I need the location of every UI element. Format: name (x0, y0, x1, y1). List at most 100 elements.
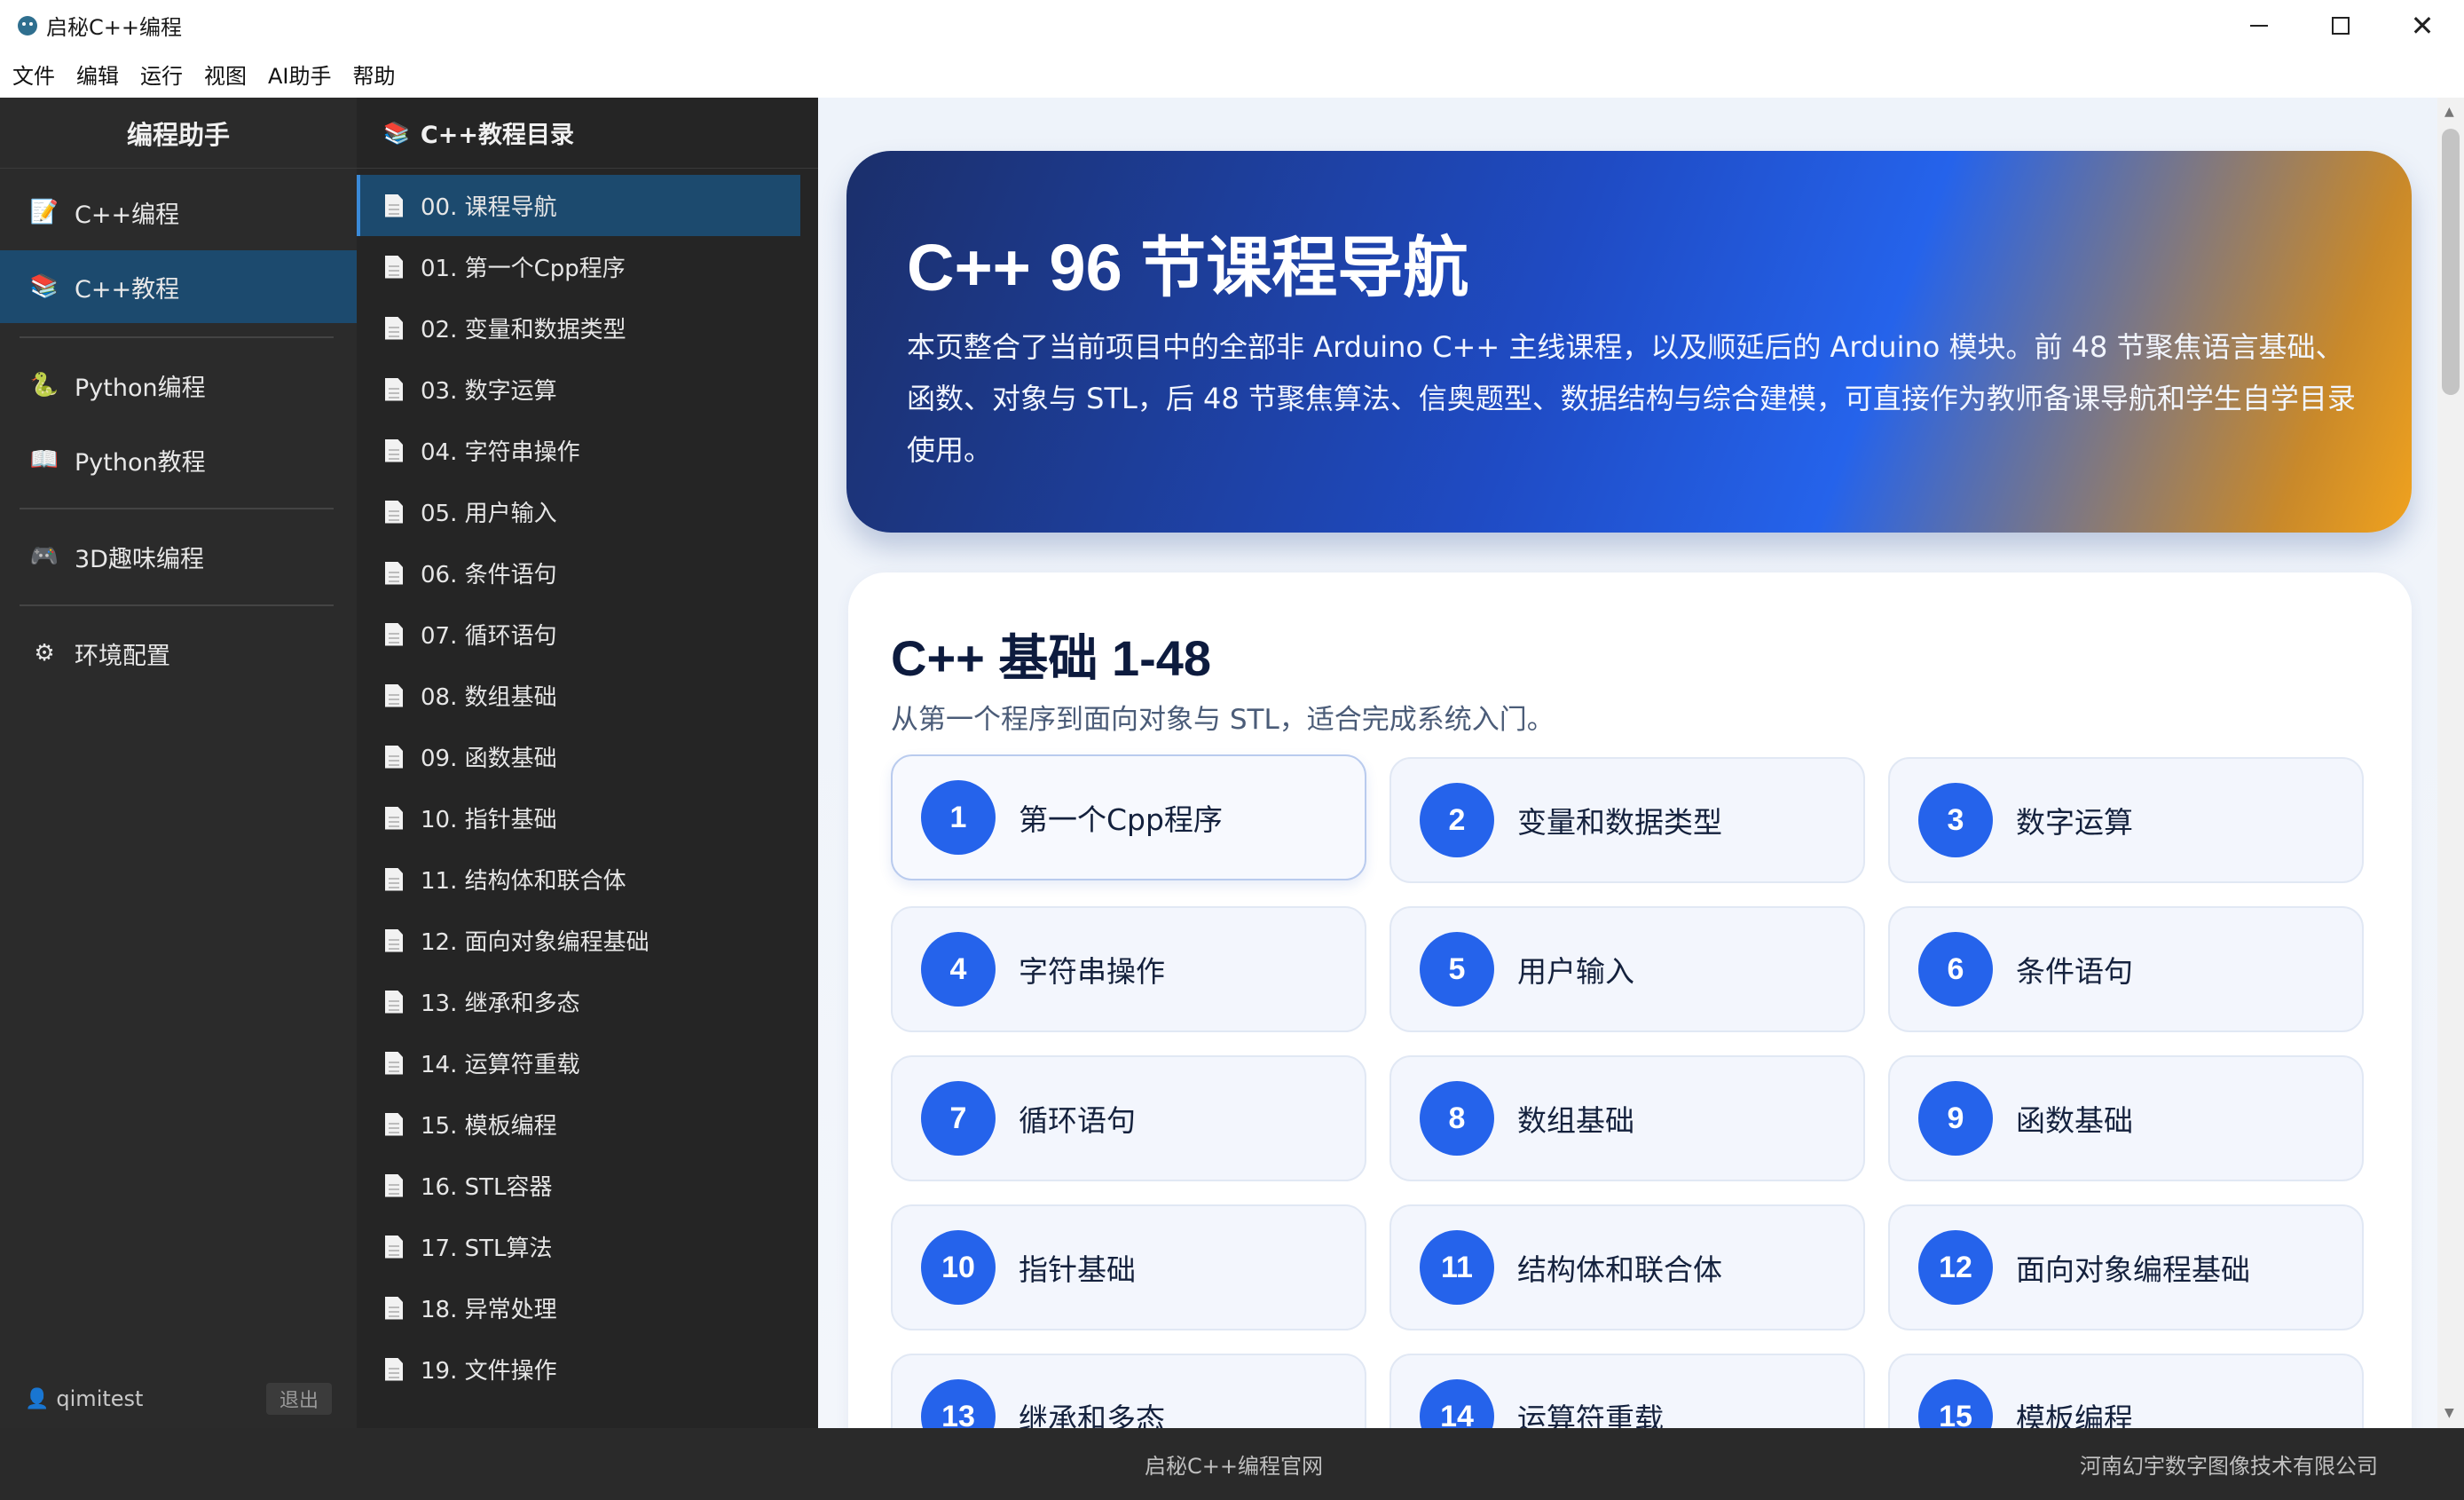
menu-run[interactable]: 运行 (140, 59, 183, 90)
directory-item-label: 03. 数字运算 (421, 378, 557, 405)
user-row: 👤 qimitest 退出 (0, 1372, 357, 1425)
lesson-card[interactable]: 1 第一个Cpp程序 (891, 754, 1366, 880)
notepad-icon: 📝 (29, 199, 59, 225)
document-icon (385, 377, 403, 401)
nav-item-environment[interactable]: ⚙ 环境配置 (0, 617, 357, 690)
lesson-name: 继承和多态 (1019, 1401, 1165, 1428)
directory-item-label: 00. 课程导航 (421, 194, 557, 221)
gamepad-icon: 🎮 (29, 543, 59, 570)
directory-item[interactable]: 09. 函数基础 (357, 726, 800, 787)
directory-item[interactable]: 10. 指针基础 (357, 787, 800, 849)
lesson-card[interactable]: 12 面向对象编程基础 (1888, 1204, 2364, 1330)
scroll-down-arrow-icon[interactable]: ▼ (2444, 1406, 2454, 1420)
directory-item[interactable]: 12. 面向对象编程基础 (357, 910, 800, 971)
directory-item-label: 07. 循环语句 (421, 623, 557, 650)
lesson-name: 数组基础 (1517, 1103, 1634, 1138)
lesson-card[interactable]: 4 字符串操作 (891, 906, 1366, 1032)
document-icon (385, 316, 403, 340)
directory-item[interactable]: 03. 数字运算 (357, 359, 800, 420)
company-name: 河南幻宇数字图像技术有限公司 (2080, 1454, 2378, 1479)
nav-item-cpp-programming[interactable]: 📝 C++编程 (0, 176, 357, 249)
lesson-card[interactable]: 7 循环语句 (891, 1055, 1366, 1181)
lesson-card[interactable]: 3 数字运算 (1888, 757, 2364, 883)
document-icon (385, 438, 403, 462)
lesson-card[interactable]: 13 继承和多态 (891, 1354, 1366, 1428)
document-icon (385, 193, 403, 217)
scroll-up-arrow-icon[interactable]: ▲ (2444, 105, 2454, 119)
nav-item-label: 3D趣味编程 (75, 545, 204, 573)
lesson-number-badge: 13 (921, 1379, 996, 1428)
directory-item[interactable]: 04. 字符串操作 (357, 420, 800, 481)
menu-ai-assistant[interactable]: AI助手 (268, 59, 332, 90)
document-icon (385, 683, 403, 707)
nav-item-label: Python编程 (75, 374, 206, 402)
lesson-number-badge: 10 (921, 1230, 996, 1305)
directory-item-label: 06. 条件语句 (421, 562, 557, 588)
lesson-name: 数字运算 (2016, 805, 2133, 840)
directory-item-label: 12. 面向对象编程基础 (421, 929, 649, 956)
lesson-card[interactable]: 2 变量和数据类型 (1389, 757, 1865, 883)
document-icon (385, 1357, 403, 1381)
main-scrollbar-thumb[interactable] (2442, 129, 2460, 395)
lesson-card[interactable]: 6 条件语句 (1888, 906, 2364, 1032)
lesson-card[interactable]: 11 结构体和联合体 (1389, 1204, 1865, 1330)
directory-item[interactable]: 00. 课程导航 (357, 175, 800, 236)
directory-item[interactable]: 08. 数组基础 (357, 665, 800, 726)
official-site-link[interactable]: 启秘C++编程官网 (1145, 1428, 1323, 1500)
directory-item[interactable]: 16. STL容器 (357, 1155, 800, 1216)
logout-button[interactable]: 退出 (266, 1383, 332, 1415)
directory-item[interactable]: 05. 用户输入 (357, 481, 800, 542)
left-nav-panel: 编程助手 📝 C++编程 📚 C++教程 🐍 Python编程 📖 Python… (0, 98, 357, 1428)
directory-item[interactable]: 17. STL算法 (357, 1216, 800, 1277)
section-title: C++ 基础 1-48 (891, 630, 1212, 686)
nav-item-python-programming[interactable]: 🐍 Python编程 (0, 349, 357, 422)
menu-view[interactable]: 视图 (204, 59, 247, 90)
lesson-number-badge: 15 (1918, 1379, 1993, 1428)
lesson-number-badge: 1 (921, 780, 996, 855)
directory-item[interactable]: 11. 结构体和联合体 (357, 849, 800, 910)
directory-item[interactable]: 18. 异常处理 (357, 1277, 800, 1338)
nav-item-label: C++编程 (75, 201, 180, 229)
menu-help[interactable]: 帮助 (353, 59, 396, 90)
directory-item[interactable]: 15. 模板编程 (357, 1093, 800, 1155)
nav-item-3d-programming[interactable]: 🎮 3D趣味编程 (0, 520, 357, 593)
lesson-card[interactable]: 14 运算符重载 (1389, 1354, 1865, 1428)
lesson-card[interactable]: 10 指针基础 (891, 1204, 1366, 1330)
directory-item-label: 02. 变量和数据类型 (421, 317, 626, 343)
lesson-number-badge: 11 (1420, 1230, 1494, 1305)
directory-item[interactable]: 06. 条件语句 (357, 542, 800, 604)
nav-item-cpp-tutorial[interactable]: 📚 C++教程 (0, 250, 357, 323)
lesson-number-badge: 2 (1420, 783, 1494, 857)
directory-item-label: 05. 用户输入 (421, 501, 557, 527)
directory-item[interactable]: 19. 文件操作 (357, 1338, 800, 1400)
close-button[interactable]: ✕ (2381, 0, 2463, 51)
directory-item[interactable]: 07. 循环语句 (357, 604, 800, 665)
lesson-number-badge: 4 (921, 932, 996, 1007)
lesson-card[interactable]: 9 函数基础 (1888, 1055, 2364, 1181)
directory-item-label: 01. 第一个Cpp程序 (421, 256, 626, 282)
directory-item[interactable]: 02. 变量和数据类型 (357, 297, 800, 359)
document-icon (385, 622, 403, 646)
directory-item[interactable]: 13. 继承和多态 (357, 971, 800, 1032)
window-title: 启秘C++编程 (46, 15, 182, 40)
main-content: C++ 96 节课程导航 本页整合了当前项目中的全部非 Arduino C++ … (818, 98, 2444, 1428)
title-bar: 启秘C++编程 ✕ (0, 0, 2464, 51)
maximize-button[interactable] (2300, 0, 2381, 51)
lesson-card[interactable]: 8 数组基础 (1389, 1055, 1865, 1181)
directory-item[interactable]: 14. 运算符重载 (357, 1032, 800, 1093)
lesson-name: 条件语句 (2016, 954, 2133, 989)
directory-item[interactable]: 01. 第一个Cpp程序 (357, 236, 800, 297)
menu-file[interactable]: 文件 (12, 59, 55, 90)
nav-divider (20, 604, 334, 606)
lesson-name: 变量和数据类型 (1517, 805, 1722, 840)
nav-item-python-tutorial[interactable]: 📖 Python教程 (0, 423, 357, 496)
menu-edit[interactable]: 编辑 (76, 59, 119, 90)
lesson-card[interactable]: 5 用户输入 (1389, 906, 1865, 1032)
minimize-button[interactable] (2218, 0, 2300, 51)
lesson-card[interactable]: 15 模板编程 (1888, 1354, 2364, 1428)
document-icon (385, 500, 403, 524)
directory-item-label: 18. 异常处理 (421, 1297, 557, 1323)
document-icon (385, 990, 403, 1014)
document-icon (385, 1051, 403, 1075)
document-icon (385, 561, 403, 585)
